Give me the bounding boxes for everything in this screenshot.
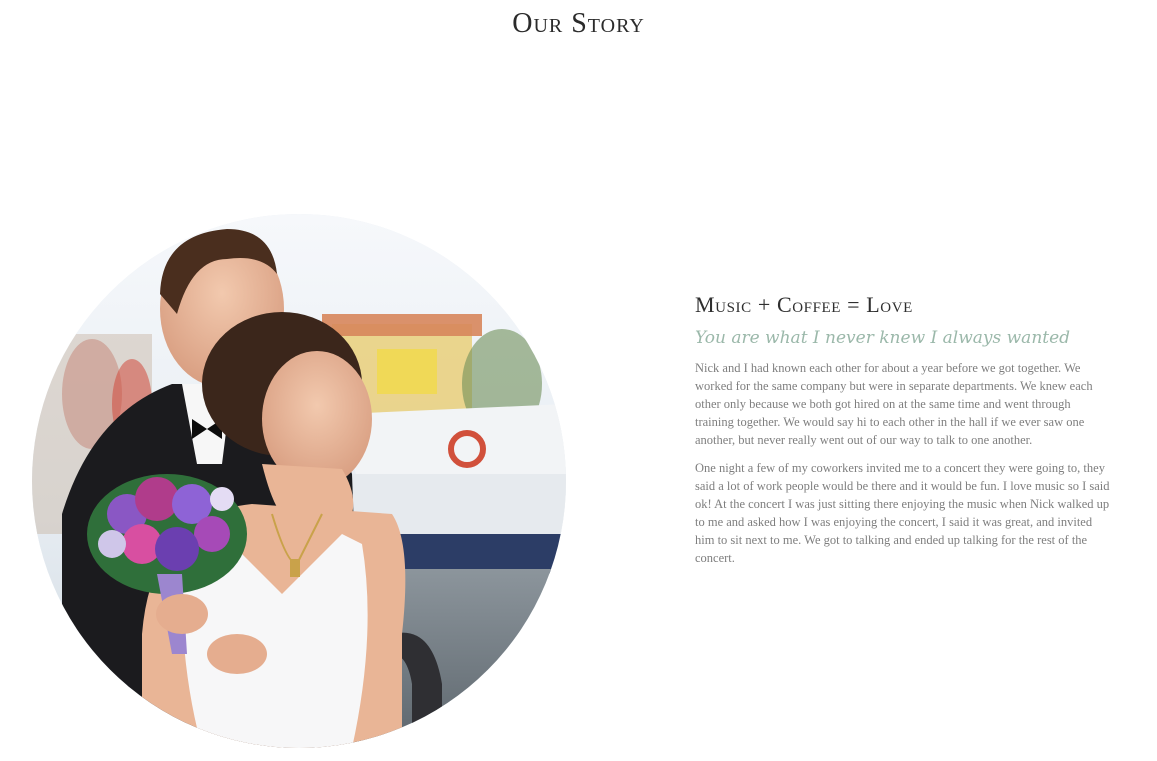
couple-photo [32,214,566,748]
page-title: Our Story [512,8,645,39]
story-paragraph-1: Nick and I had known each other for abou… [695,360,1093,447]
story-tagline: You are what I never knew I always wante… [695,328,1071,349]
story-paragraph-2: One night a few of my coworkers invited … [695,460,1110,565]
couple-photo-illustration [32,214,566,748]
story-section: Music + Coffee = Love You are what I nev… [695,292,1110,577]
story-heading: Music + Coffee = Love [695,292,913,317]
